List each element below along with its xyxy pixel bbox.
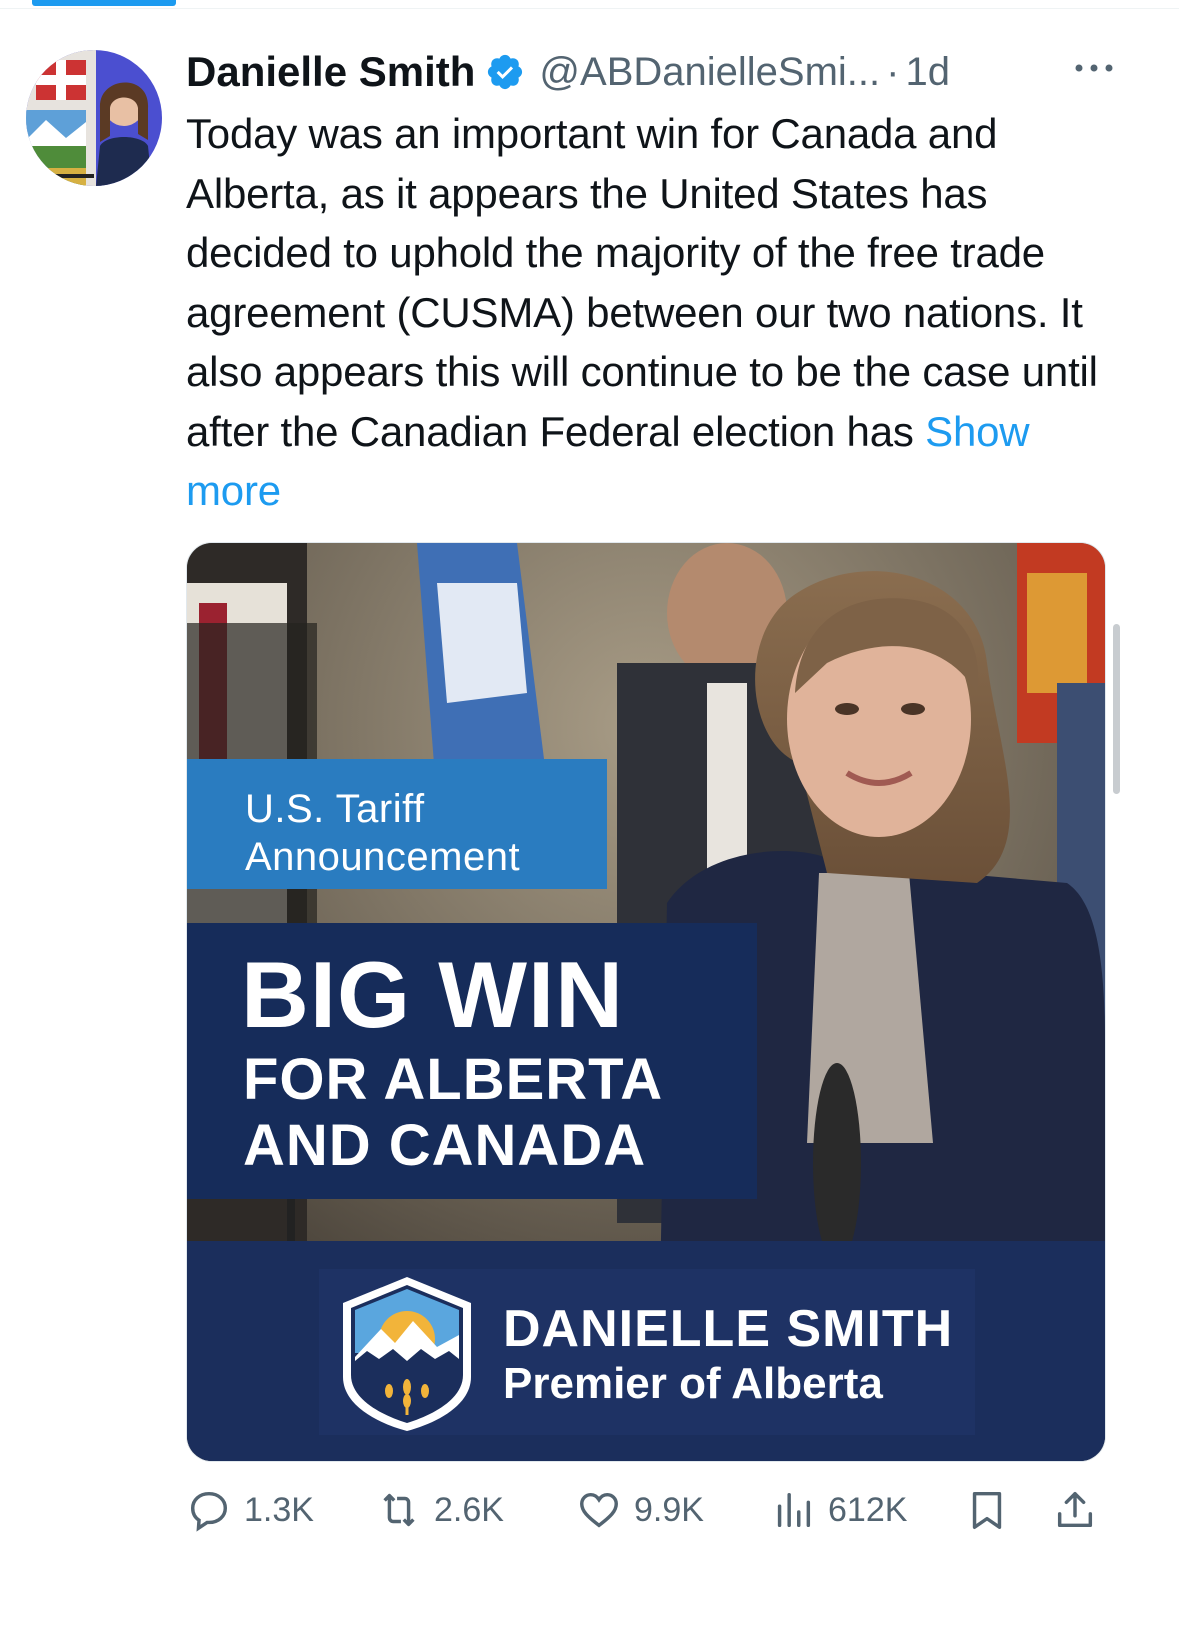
tweet-body: Today was an important win for Canada an… [186, 110, 1098, 455]
like-count: 9.9K [634, 1490, 704, 1529]
analytics-icon [777, 1492, 811, 1528]
author-name[interactable]: Danielle Smith [186, 48, 475, 96]
verified-badge-icon [488, 54, 523, 90]
reply-count: 1.3K [244, 1490, 314, 1529]
subhead-line-2: AND CANADA [243, 1113, 647, 1178]
brand-panel: DANIELLE SMITH Premier of Alberta [319, 1269, 975, 1435]
repost-icon [383, 1493, 415, 1527]
headline-box: BIG WIN FOR ALBERTA AND CANADA [187, 923, 757, 1199]
tag-line-2: Announcement [245, 835, 521, 879]
avatar-image [26, 50, 162, 186]
tweet-text: Today was an important win for Canada an… [186, 104, 1116, 521]
subhead: FOR ALBERTA AND CANADA [243, 1047, 663, 1179]
brand-band: DANIELLE SMITH Premier of Alberta [187, 1241, 1105, 1461]
tweet-header: Danielle Smith @ABDanielleSmi... · 1d [186, 44, 1116, 100]
bookmark-button[interactable] [964, 1482, 1010, 1538]
reply-icon [190, 1491, 228, 1532]
repost-button[interactable]: 2.6K [376, 1482, 504, 1538]
top-tab-indicator [32, 0, 176, 6]
tweet-media[interactable]: U.S. Tariff Announcement BIG WIN FOR ALB… [186, 542, 1106, 1462]
author-handle[interactable]: @ABDanielleSmi... [539, 50, 880, 95]
brand-title: Premier of Alberta [503, 1359, 883, 1408]
views-button[interactable]: 612K [770, 1482, 907, 1538]
more-options-icon[interactable] [1072, 58, 1116, 78]
share-icon [1057, 1491, 1093, 1528]
separator-dot: · [886, 49, 900, 94]
tag-text: U.S. Tariff Announcement [245, 785, 520, 881]
heart-icon [580, 1492, 618, 1528]
subhead-line-1: FOR ALBERTA [243, 1047, 664, 1112]
brand-name: DANIELLE SMITH [503, 1300, 954, 1358]
headline: BIG WIN [241, 942, 624, 1047]
tag-line-1: U.S. Tariff [245, 787, 425, 831]
repost-count: 2.6K [434, 1490, 504, 1529]
action-bar: 1.3K 2.6K 9.9K 612K [186, 1482, 1116, 1542]
share-button[interactable] [1052, 1482, 1098, 1538]
alberta-shield-logo-icon [343, 1277, 471, 1431]
tag-box: U.S. Tariff Announcement [187, 759, 607, 889]
avatar[interactable] [26, 50, 162, 186]
view-count: 612K [828, 1490, 908, 1529]
like-button[interactable]: 9.9K [576, 1482, 704, 1538]
scrollbar-thumb[interactable] [1113, 624, 1120, 794]
bookmark-icon [972, 1491, 1002, 1529]
post-time[interactable]: 1d [905, 50, 950, 95]
reply-button[interactable]: 1.3K [186, 1482, 314, 1538]
top-divider [0, 8, 1179, 9]
